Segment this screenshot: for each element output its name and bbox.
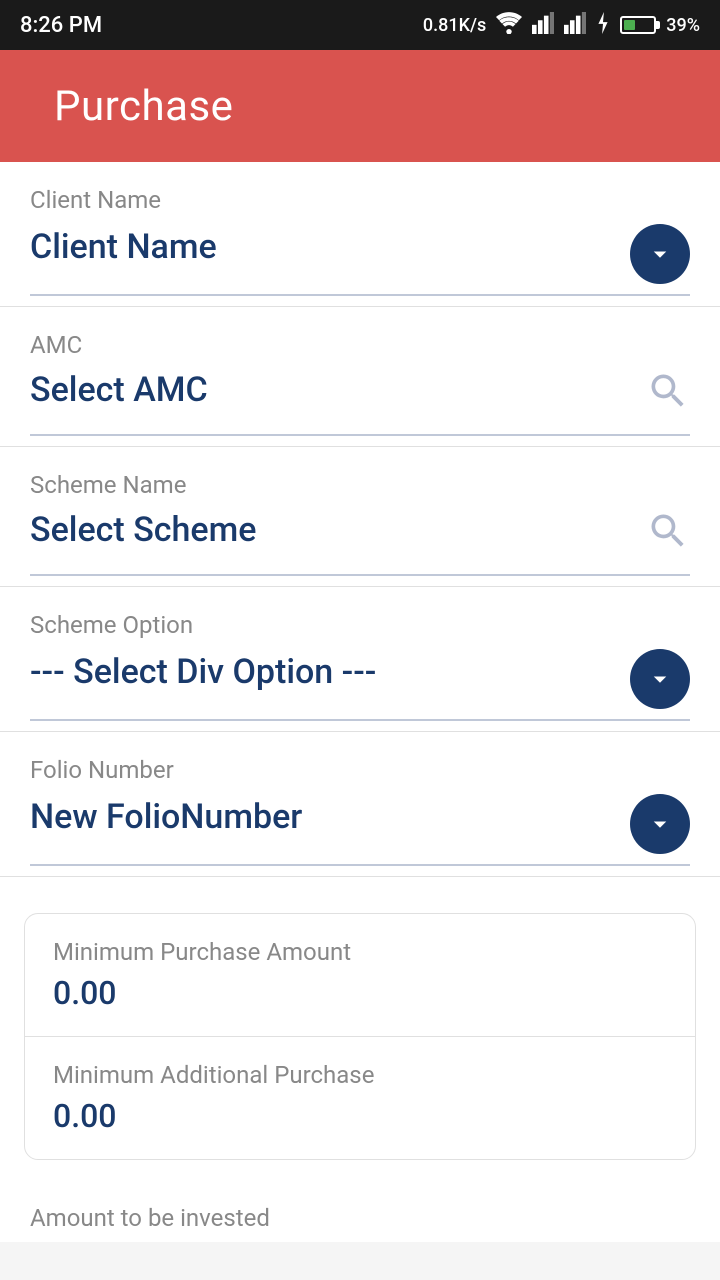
min-purchase-label: Minimum Purchase Amount <box>53 938 667 966</box>
status-right: 0.81K/s <box>423 12 700 39</box>
status-bar: 8:26 PM 0.81K/s <box>0 0 720 50</box>
client-name-section: Client Name Client Name <box>0 162 720 307</box>
folio-number-value: New FolioNumber <box>30 797 302 851</box>
scheme-name-row[interactable]: Select Scheme <box>30 509 690 576</box>
min-purchase-row: Minimum Purchase Amount 0.00 <box>25 914 695 1036</box>
folio-number-row[interactable]: New FolioNumber <box>30 794 690 866</box>
scheme-name-section: Scheme Name Select Scheme <box>0 447 720 587</box>
client-name-value: Client Name <box>30 227 217 281</box>
scheme-search-icon[interactable] <box>646 509 690 564</box>
scheme-name-label: Scheme Name <box>30 471 690 499</box>
scheme-option-label: Scheme Option <box>30 611 690 639</box>
signal-icon-2 <box>564 12 586 39</box>
amc-row[interactable]: Select AMC <box>30 369 690 436</box>
page-title: Purchase <box>54 82 636 131</box>
amount-section: Amount to be invested <box>0 1180 720 1242</box>
battery-icon <box>620 16 656 34</box>
form-content: Client Name Client Name AMC Select AMC S… <box>0 162 720 1242</box>
scheme-option-value: --- Select Div Option --- <box>30 652 376 706</box>
amc-placeholder: Select AMC <box>30 370 208 424</box>
client-name-row[interactable]: Client Name <box>30 224 690 296</box>
folio-number-section: Folio Number New FolioNumber <box>0 732 720 877</box>
scheme-name-placeholder: Select Scheme <box>30 510 256 564</box>
app-bar: Purchase <box>0 50 720 162</box>
network-speed: 0.81K/s <box>423 15 486 36</box>
amc-search-icon[interactable] <box>646 369 690 424</box>
battery-percent: 39% <box>666 15 700 36</box>
min-additional-row: Minimum Additional Purchase 0.00 <box>25 1036 695 1159</box>
scheme-option-row[interactable]: --- Select Div Option --- <box>30 649 690 721</box>
status-time: 8:26 PM <box>20 13 102 38</box>
amc-label: AMC <box>30 331 690 359</box>
min-purchase-value: 0.00 <box>53 974 667 1012</box>
wifi-icon <box>496 12 522 39</box>
folio-number-label: Folio Number <box>30 756 690 784</box>
scheme-option-section: Scheme Option --- Select Div Option --- <box>0 587 720 732</box>
amc-section: AMC Select AMC <box>0 307 720 447</box>
folio-number-dropdown[interactable] <box>630 794 690 854</box>
scheme-option-dropdown[interactable] <box>630 649 690 709</box>
charging-icon <box>596 12 610 39</box>
info-card: Minimum Purchase Amount 0.00 Minimum Add… <box>24 913 696 1160</box>
min-additional-value: 0.00 <box>53 1097 667 1135</box>
signal-icon-1 <box>532 12 554 39</box>
client-name-label: Client Name <box>30 186 690 214</box>
client-name-dropdown[interactable] <box>630 224 690 284</box>
min-additional-label: Minimum Additional Purchase <box>53 1061 667 1089</box>
amount-label: Amount to be invested <box>30 1204 270 1232</box>
